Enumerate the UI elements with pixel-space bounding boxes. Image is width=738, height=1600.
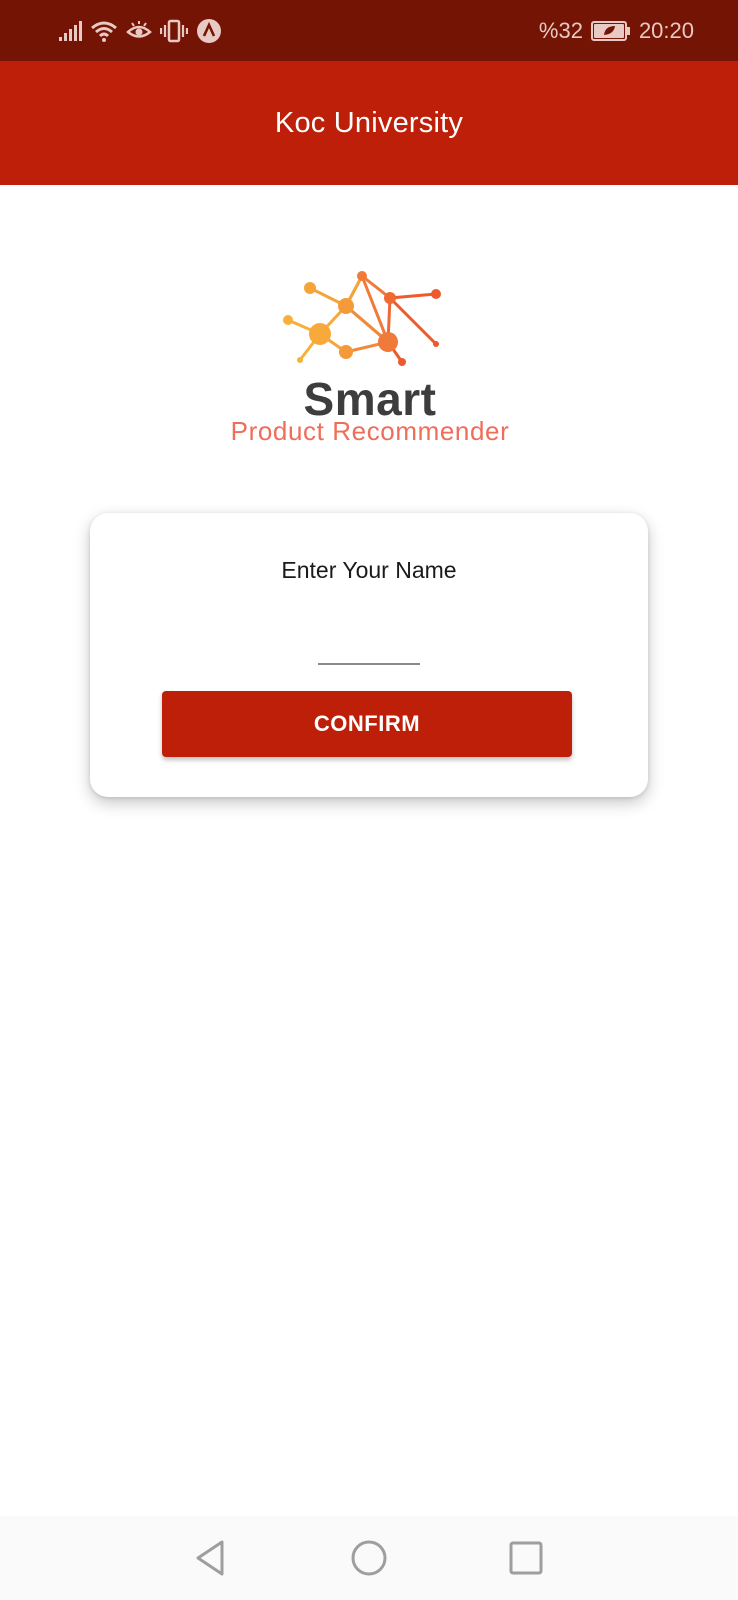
app-notification-icon xyxy=(196,18,222,44)
wifi-icon xyxy=(90,20,118,42)
status-icons-right: %32 20:20 xyxy=(539,14,694,48)
app-title: Koc University xyxy=(274,106,464,139)
status-icons-left xyxy=(58,14,222,48)
home-icon[interactable] xyxy=(345,1534,393,1582)
status-time: 20:20 xyxy=(638,18,694,43)
network-logo-icon xyxy=(283,271,441,366)
eye-comfort-icon xyxy=(126,20,152,42)
name-input[interactable] xyxy=(318,621,420,665)
navigation-bar xyxy=(0,1516,738,1600)
recents-icon[interactable] xyxy=(502,1534,550,1582)
battery-percent: %32 xyxy=(538,18,583,43)
name-entry-card: Enter Your Name CONFIRM xyxy=(90,513,648,797)
battery-saver-icon xyxy=(590,20,631,42)
name-prompt-label: Enter Your Name xyxy=(281,557,457,583)
status-bar: %32 20:20 xyxy=(0,0,738,61)
confirm-button[interactable]: CONFIRM xyxy=(162,691,572,757)
signal-icon xyxy=(58,20,82,42)
app-bar: Koc University xyxy=(0,61,738,185)
logo-subtitle: Product Recommender xyxy=(230,416,510,446)
vibrate-icon xyxy=(160,19,188,43)
back-icon[interactable] xyxy=(186,1534,234,1582)
smart-product-recommender-logo: Smart Product Recommender xyxy=(200,268,540,458)
